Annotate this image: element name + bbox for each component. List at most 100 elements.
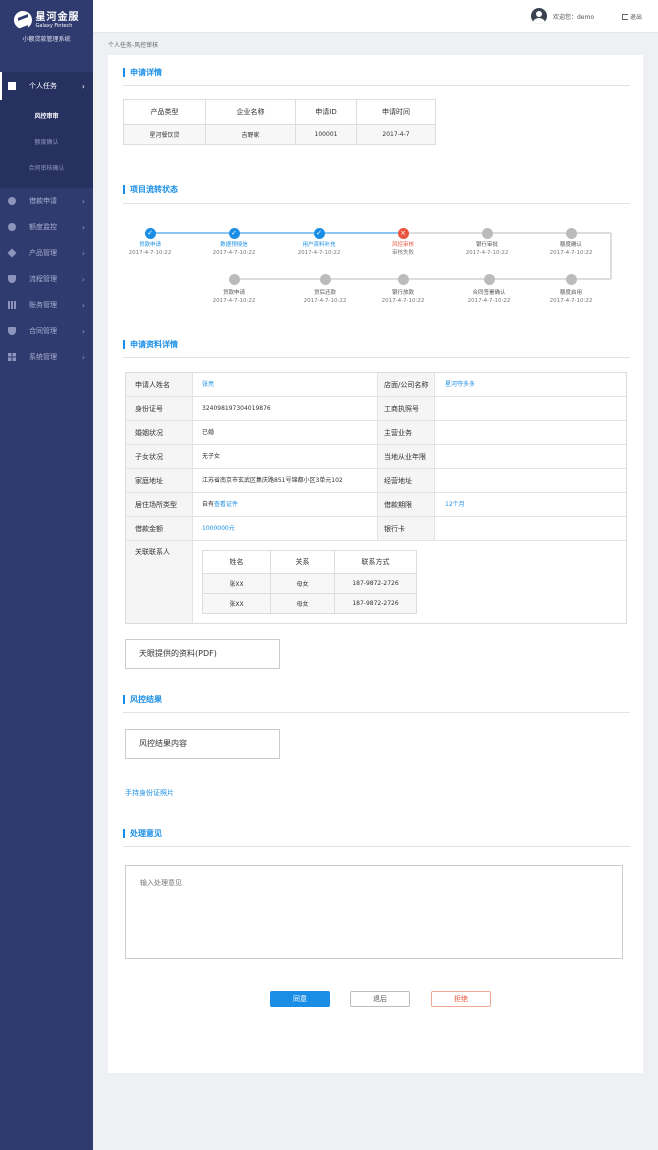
section-title-opinion: 处理意见 bbox=[123, 829, 162, 838]
table-cell: 张XX bbox=[202, 573, 271, 594]
flow-step-label: 风控审核 bbox=[391, 242, 414, 248]
flow-step: 风控审核 审核失败 bbox=[363, 241, 443, 257]
welcome-text: 欢迎您：demo bbox=[553, 14, 595, 21]
table-header-row: 产品类型 企业名称 申请ID 申请时间 bbox=[123, 99, 436, 125]
flow-step-date: 2017-4-7-10:22 bbox=[467, 298, 511, 304]
flow-step: 数据预授信 2017-4-7-10:22 bbox=[194, 241, 274, 257]
sidebar-item-product[interactable]: 产品管理 › bbox=[0, 240, 93, 266]
detail-value[interactable]: 星河夺多多 bbox=[434, 373, 626, 396]
sidebar-item-process[interactable]: 流程管理 › bbox=[0, 266, 93, 292]
sidebar-item-label: 流程管理 bbox=[29, 275, 57, 283]
sidebar-item-accounting[interactable]: 账务管理 › bbox=[0, 292, 93, 318]
detail-label: 借款金额 bbox=[126, 517, 192, 540]
avatar[interactable] bbox=[531, 8, 547, 24]
details-rows: 申请人姓名 张亮 店面/公司名称 星河夺多多 身份证号 32409819730401987… bbox=[126, 373, 626, 541]
reject-button[interactable]: 拒绝 bbox=[431, 991, 491, 1007]
detail-label: 主营业务 bbox=[378, 421, 434, 444]
detail-label-text: 银行卡 bbox=[384, 525, 405, 533]
flow-step: 额度确认 2017-4-7-10:22 bbox=[531, 241, 611, 257]
detail-row: 居住场所类型 自有查看证件 借款期限 12个月 bbox=[126, 493, 626, 517]
detail-value bbox=[434, 421, 626, 444]
sidebar-item-label: 产品管理 bbox=[29, 249, 57, 257]
flow-step: 贷款申请 2017-4-7-10:22 bbox=[194, 289, 274, 305]
section-title-details: 申请资料详情 bbox=[123, 340, 178, 349]
flow-step-label: 银行审批 bbox=[475, 242, 498, 248]
detail-value[interactable]: 12个月 bbox=[434, 493, 626, 516]
logout-button[interactable]: 退出 bbox=[622, 12, 642, 21]
flow-step-date: 2017-4-7-10:22 bbox=[381, 298, 425, 304]
detail-value[interactable]: 张亮 bbox=[192, 373, 378, 396]
detail-value-text: 自有 bbox=[202, 501, 215, 508]
galaxy-logo-icon bbox=[13, 11, 32, 29]
loan-icon bbox=[8, 197, 16, 205]
flow-status: ✓ 贷款申请 2017-4-7-10:22 ✓ 数据预授信 2017-4-7-10:22 ✓… bbox=[108, 221, 643, 311]
chevron-right-icon: › bbox=[81, 248, 85, 258]
logout-icon bbox=[622, 14, 628, 20]
detail-value-text: 324098197304019876 bbox=[202, 405, 271, 412]
detail-value bbox=[434, 517, 626, 540]
divider bbox=[123, 357, 630, 358]
view-certificate-link[interactable]: 查看证件 bbox=[214, 501, 238, 508]
detail-value: 已婚 bbox=[192, 421, 378, 444]
agree-button[interactable]: 同意 bbox=[270, 991, 330, 1007]
id-photo-link[interactable]: 手持身份证照片 bbox=[125, 788, 174, 798]
table-cell: 100001 bbox=[295, 124, 357, 145]
detail-label-text: 居住场所类型 bbox=[135, 501, 177, 509]
pie-icon bbox=[8, 223, 16, 231]
section-title-risk-result: 风控结果 bbox=[123, 695, 162, 704]
main-card: 申请详情 产品类型 企业名称 申请ID 申请时间 星河餐饮贷 吉野家 10000… bbox=[108, 55, 643, 1073]
brand-name-en: Galaxy Fintech bbox=[35, 22, 73, 29]
detail-row: 申请人姓名 张亮 店面/公司名称 星河夺多多 bbox=[126, 373, 626, 397]
system-name: 小额贷款管理系统 bbox=[22, 36, 71, 43]
sidebar-item-contract[interactable]: 合同管理 › bbox=[0, 318, 93, 344]
step-pending-icon bbox=[565, 227, 577, 239]
step-failed-icon: × bbox=[397, 227, 409, 239]
chevron-right-icon: › bbox=[81, 352, 85, 362]
back-button[interactable]: 退后 bbox=[350, 991, 410, 1007]
risk-result-box[interactable]: 风控结果内容 bbox=[125, 729, 280, 759]
step-pending-icon bbox=[397, 273, 409, 285]
table-cell: 母女 bbox=[270, 593, 335, 614]
detail-row: 子女状况 无子女 当地从业年限 bbox=[126, 445, 626, 469]
contacts-table: 姓名 关系 联系方式 张XX 母女 187-9872-2726 张XX 母女 1… bbox=[202, 550, 417, 614]
subnav-item-risk-review[interactable]: 风控审审 bbox=[0, 104, 93, 130]
detail-label-text: 工商执照号 bbox=[384, 405, 419, 413]
contacts-row: 关联联系人 姓名 关系 联系方式 张XX 母女 187-9872-2726 张X… bbox=[126, 541, 626, 623]
detail-label-text: 店面/公司名称 bbox=[384, 381, 429, 389]
sidebar-item-loan-apply[interactable]: 借款申请 › bbox=[0, 188, 93, 214]
opinion-input[interactable] bbox=[125, 865, 623, 959]
sidebar-item-label: 系统管理 bbox=[29, 353, 57, 361]
table-cell: 星河餐饮贷 bbox=[123, 124, 206, 145]
subnav-item-quota-confirm[interactable]: 额度确认 bbox=[0, 130, 93, 156]
chevron-right-icon: › bbox=[81, 274, 85, 284]
sidebar-item-quota-monitor[interactable]: 额度监控 › bbox=[0, 214, 93, 240]
table-cell: 187-9872-2726 bbox=[334, 593, 417, 614]
step-done-icon: ✓ bbox=[313, 227, 325, 239]
detail-value: 324098197304019876 bbox=[192, 397, 378, 420]
divider bbox=[123, 203, 630, 204]
breadcrumb: 个人任务-风控审核 bbox=[108, 42, 159, 49]
sidebar-item-label: 合同管理 bbox=[29, 327, 57, 335]
detail-row: 借款金额 1000000元 银行卡 bbox=[126, 517, 626, 541]
logout-label: 退出 bbox=[630, 14, 643, 21]
sidebar-item-label: 借款申请 bbox=[29, 197, 57, 205]
divider bbox=[123, 85, 630, 86]
flow-step-label: 贷款申请 bbox=[138, 242, 161, 248]
sidebar-item-system[interactable]: 系统管理 › bbox=[0, 344, 93, 370]
detail-value-text: 江苏省南京市玄武区集庆路851号锦都小区3单元102 bbox=[202, 477, 343, 484]
flow-step-label: 贷后还款 bbox=[313, 290, 336, 296]
detail-label: 婚姻状况 bbox=[126, 421, 192, 444]
sidebar-item-personal-tasks[interactable]: 个人任务 › bbox=[0, 72, 93, 100]
subnav: 风控审审 额度确认 合同审核确认 bbox=[0, 100, 93, 188]
detail-label-text: 子女状况 bbox=[135, 453, 163, 461]
detail-label-text: 家庭地址 bbox=[135, 477, 163, 485]
flow-step-date: 2017-4-7-10:22 bbox=[128, 250, 172, 256]
section-title-application: 申请详情 bbox=[123, 68, 162, 77]
tianyan-pdf-button[interactable]: 天眼提供的资料(PDF) bbox=[125, 639, 280, 669]
detail-value[interactable]: 1000000元 bbox=[192, 517, 378, 540]
detail-label-text: 借款金额 bbox=[135, 525, 163, 533]
flow-step-date: 审核失败 bbox=[391, 250, 414, 256]
flow-step-label: 用户资料补充 bbox=[302, 242, 336, 248]
subnav-item-contract-confirm[interactable]: 合同审核确认 bbox=[0, 156, 93, 182]
detail-label-text: 主营业务 bbox=[384, 429, 412, 437]
